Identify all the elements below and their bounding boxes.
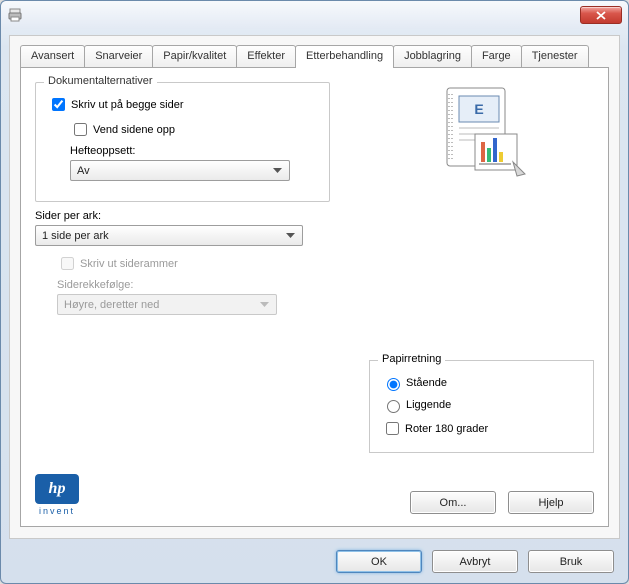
apply-button[interactable]: Bruk [528, 550, 614, 573]
about-button[interactable]: Om... [410, 491, 496, 514]
duplex-checkbox[interactable] [52, 98, 65, 111]
portrait-label: Stående [406, 377, 447, 389]
booklet-select-value: Av [77, 165, 90, 177]
tab-strip: Avansert Snarveier Papir/kvalitet Effekt… [20, 45, 609, 68]
tab-services[interactable]: Tjenester [521, 45, 589, 68]
panel-buttons: Om... Hjelp [410, 491, 594, 514]
chevron-down-icon [282, 228, 298, 244]
ok-button[interactable]: OK [336, 550, 422, 573]
printer-icon [7, 7, 23, 23]
page-borders-checkbox [61, 257, 74, 270]
duplex-label: Skriv ut på begge sider [71, 99, 184, 111]
window-close-button[interactable] [580, 6, 622, 24]
content-area: Avansert Snarveier Papir/kvalitet Effekt… [9, 35, 620, 539]
orientation-group: Papirretning Stående Liggende Roter 180 … [369, 360, 594, 453]
tab-effects[interactable]: Effekter [236, 45, 296, 68]
dialog-buttons: OK Avbryt Bruk [336, 550, 614, 573]
help-button[interactable]: Hjelp [508, 491, 594, 514]
rotate-180-checkbox[interactable] [386, 422, 399, 435]
dialog-window: Avansert Snarveier Papir/kvalitet Effekt… [0, 0, 629, 584]
tab-finishing[interactable]: Etterbehandling [295, 45, 394, 68]
duplex-row: Skriv ut på begge sider [48, 95, 317, 114]
rotate-180-label: Roter 180 grader [405, 423, 488, 435]
tab-job-storage[interactable]: Jobblagring [393, 45, 472, 68]
hp-logo: hp invent [35, 474, 79, 516]
landscape-radio[interactable] [387, 400, 400, 413]
document-options-legend: Dokumentalternativer [44, 75, 157, 87]
hp-logo-mark: hp [35, 474, 79, 504]
pages-per-sheet-value: 1 side per ark [42, 230, 109, 242]
landscape-label: Liggende [406, 399, 451, 411]
tab-paper-quality[interactable]: Papir/kvalitet [152, 45, 237, 68]
portrait-radio[interactable] [387, 378, 400, 391]
pages-per-sheet-label: Sider per ark: [35, 210, 101, 222]
flip-row: Vend sidene opp [70, 120, 317, 139]
document-options-group: Dokumentalternativer Skriv ut på begge s… [35, 82, 330, 202]
titlebar [1, 1, 628, 29]
orientation-legend: Papirretning [378, 353, 445, 365]
page-borders-label: Skriv ut siderammer [80, 258, 178, 270]
page-order-label: Siderekkefølge: [57, 279, 133, 291]
tab-color[interactable]: Farge [471, 45, 522, 68]
preview-booklet-icon: E [439, 82, 519, 185]
chevron-down-icon [256, 297, 272, 313]
page-order-select: Høyre, deretter ned [57, 294, 277, 315]
chevron-down-icon [269, 163, 285, 179]
preview-area: E [364, 82, 594, 342]
close-icon [596, 11, 606, 20]
cancel-button[interactable]: Avbryt [432, 550, 518, 573]
left-column: Dokumentalternativer Skriv ut på begge s… [35, 82, 330, 315]
booklet-select[interactable]: Av [70, 160, 290, 181]
tab-panel-finishing: Dokumentalternativer Skriv ut på begge s… [20, 67, 609, 527]
page-order-value: Høyre, deretter ned [64, 299, 159, 311]
pages-per-sheet-select[interactable]: 1 side per ark [35, 225, 303, 246]
flip-pages-label: Vend sidene opp [93, 124, 175, 136]
svg-text:E: E [474, 101, 483, 117]
tab-shortcuts[interactable]: Snarveier [84, 45, 153, 68]
booklet-label: Hefteoppsett: [70, 145, 135, 157]
tab-advanced[interactable]: Avansert [20, 45, 85, 68]
hp-logo-sub: invent [39, 506, 75, 516]
flip-pages-checkbox[interactable] [74, 123, 87, 136]
